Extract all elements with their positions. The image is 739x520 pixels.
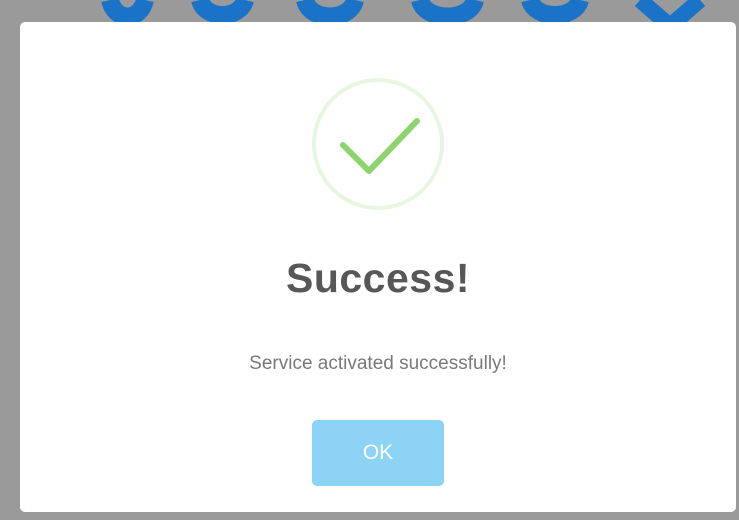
success-dialog: Success! Service activated successfully!… bbox=[20, 22, 736, 512]
modal-backdrop: Success! Service activated successfully!… bbox=[0, 0, 739, 520]
dialog-message: Service activated successfully! bbox=[249, 353, 507, 374]
ok-button[interactable]: OK bbox=[312, 420, 444, 486]
success-icon-ring bbox=[312, 78, 444, 210]
dialog-title: Success! bbox=[285, 255, 471, 301]
checkmark-icon bbox=[340, 118, 420, 174]
